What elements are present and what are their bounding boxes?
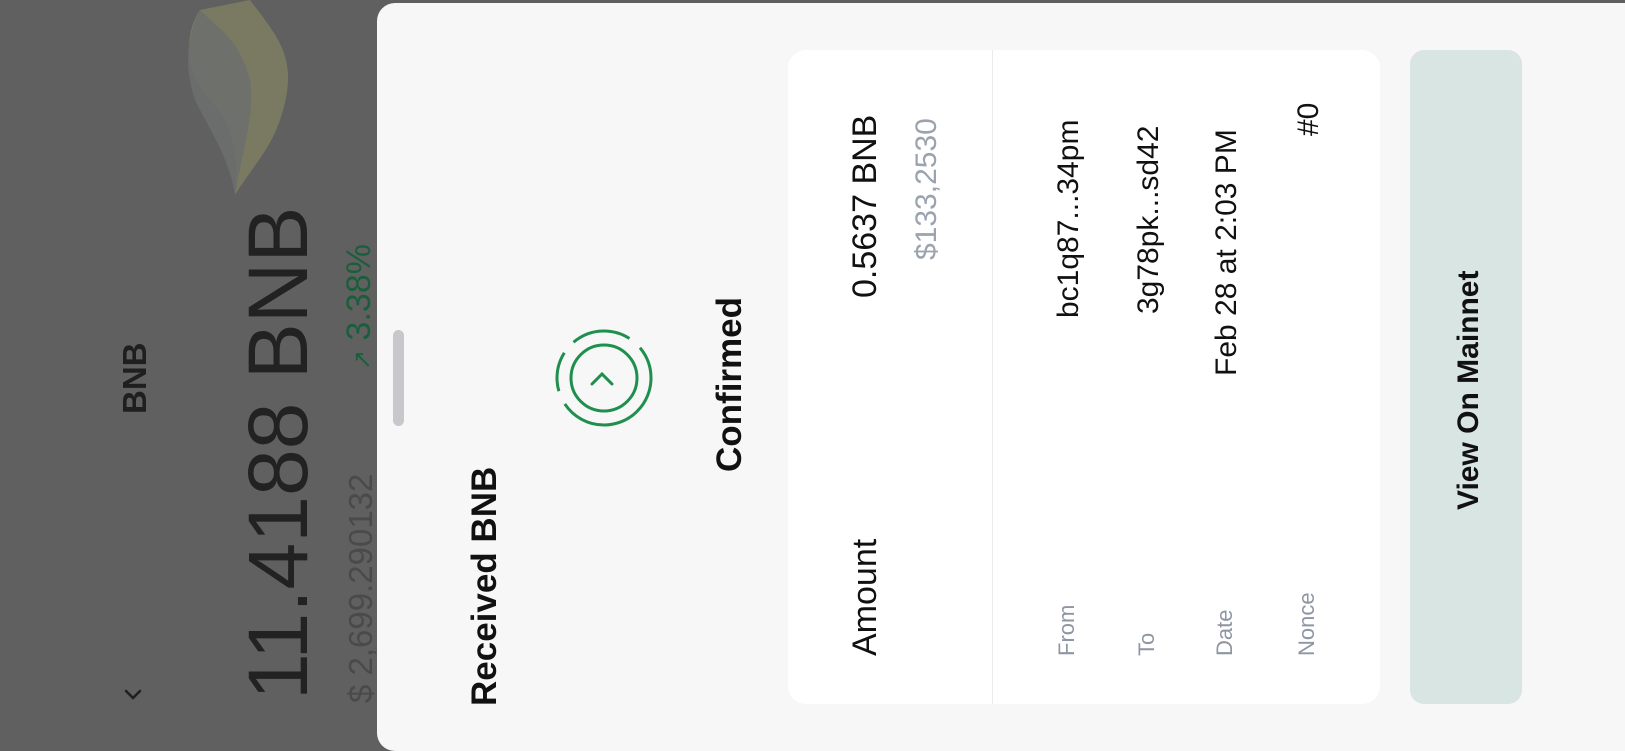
to-label: To: [1134, 632, 1159, 656]
trend-up-icon: ↗: [349, 349, 376, 370]
amount-label: Amount: [846, 538, 884, 656]
nonce-label: Nonce: [1294, 592, 1319, 656]
asset-fiat-value: $ 2,699.290132: [342, 473, 379, 703]
sheet-drag-handle[interactable]: [393, 330, 404, 426]
sheet-title: Received BNB: [465, 466, 504, 706]
asset-balance: 11.4188 BNB: [231, 206, 325, 700]
view-on-mainnet-label: View On Mainnet: [1452, 270, 1485, 511]
amount-value: 0.5637 BNB: [846, 114, 884, 298]
from-label: From: [1054, 604, 1079, 656]
amount-fiat-value: $133,2530: [910, 118, 943, 260]
date-value: Feb 28 at 2:03 PM: [1210, 129, 1243, 376]
chevron-down-icon[interactable]: [122, 684, 144, 706]
price-change: ↗ 3.38%: [340, 244, 379, 370]
to-address[interactable]: 3g78pk...sd42: [1132, 126, 1166, 314]
status-text: Confirmed: [710, 297, 749, 472]
nonce-value: #0: [1292, 102, 1325, 136]
card-divider: [992, 50, 993, 704]
date-label: Date: [1212, 609, 1237, 656]
asset-artwork-icon: [188, 0, 289, 195]
check-circle-icon: [555, 329, 653, 427]
asset-name: BNB: [116, 342, 153, 415]
from-address[interactable]: bc1q87...34pm: [1052, 120, 1086, 318]
price-change-percent: 3.38%: [340, 244, 378, 341]
